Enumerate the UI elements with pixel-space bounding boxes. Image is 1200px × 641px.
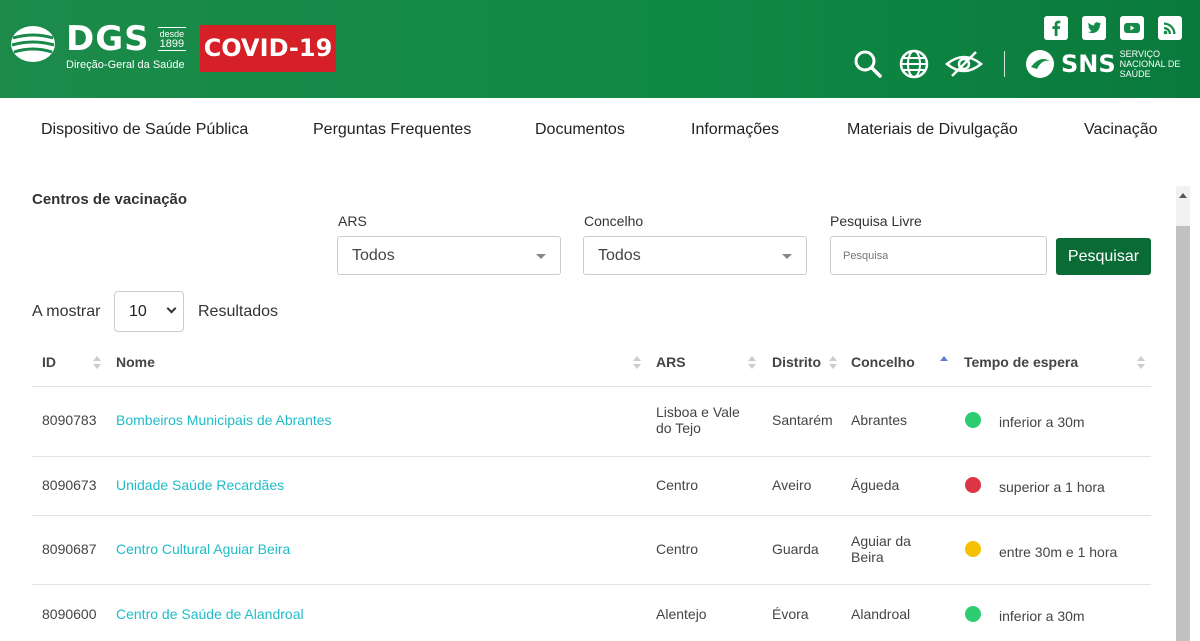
row-divider bbox=[32, 515, 1151, 516]
length-suffix: Resultados bbox=[198, 303, 279, 320]
youtube-icon[interactable] bbox=[1120, 16, 1144, 40]
column-header-concelho[interactable]: Concelho bbox=[851, 354, 915, 370]
dgs-globe-icon bbox=[11, 26, 55, 62]
chevron-down-icon bbox=[782, 254, 792, 259]
search-button[interactable]: Pesquisar bbox=[1056, 238, 1151, 275]
sns-logo-icon bbox=[1026, 50, 1054, 78]
concelho-filter-label: Concelho bbox=[584, 213, 644, 229]
cell-tempo: superior a 1 hora bbox=[999, 479, 1105, 495]
globe-icon[interactable] bbox=[898, 48, 930, 80]
main-nav: Dispositivo de Saúde Pública Perguntas F… bbox=[0, 98, 1200, 160]
cell-tempo: inferior a 30m bbox=[999, 414, 1085, 430]
cell-ars: Centro bbox=[656, 541, 699, 557]
covid-19-button[interactable]: COVID-19 bbox=[200, 25, 336, 72]
logo-name: DGS bbox=[66, 19, 150, 59]
ars-select-value: Todos bbox=[352, 247, 395, 264]
scroll-up-arrow-icon[interactable] bbox=[1179, 193, 1187, 198]
scrollbar-thumb[interactable] bbox=[1176, 226, 1190, 641]
logo-subtitle: Direção-Geral da Saúde bbox=[66, 59, 185, 71]
page-title: Centros de vacinação bbox=[32, 191, 188, 208]
cell-concelho: Aguiar da Beira bbox=[851, 533, 911, 565]
twitter-icon[interactable] bbox=[1082, 16, 1106, 40]
cell-tempo: inferior a 30m bbox=[999, 608, 1085, 624]
site-header: DGS desde 1899 Direção-Geral da Saúde CO… bbox=[0, 0, 1200, 98]
facebook-icon[interactable] bbox=[1044, 16, 1068, 40]
concelho-select[interactable]: Todos bbox=[583, 236, 807, 275]
page-length-select[interactable]: 10 bbox=[114, 291, 184, 332]
column-header-tempo[interactable]: Tempo de espera bbox=[964, 354, 1078, 370]
nav-item-informacoes[interactable]: Informações bbox=[691, 121, 779, 139]
sort-icon[interactable] bbox=[748, 356, 756, 370]
row-divider bbox=[32, 456, 1151, 457]
sort-icon[interactable] bbox=[633, 356, 641, 370]
social-links bbox=[1044, 16, 1182, 40]
cell-distrito: Guarda bbox=[772, 541, 819, 557]
cell-tempo: entre 30m e 1 hora bbox=[999, 544, 1118, 560]
cell-nome-link[interactable]: Centro de Saúde de Alandroal bbox=[116, 606, 304, 622]
length-prefix: A mostrar bbox=[32, 303, 101, 320]
cell-ars: Centro bbox=[656, 477, 699, 493]
logo-since: desde 1899 bbox=[157, 27, 187, 51]
nav-item-materiais[interactable]: Materiais de Divulgação bbox=[847, 121, 1018, 139]
cell-id: 8090673 bbox=[42, 477, 97, 493]
ars-filter-label: ARS bbox=[338, 213, 367, 229]
search-filter-label: Pesquisa Livre bbox=[830, 213, 922, 229]
sns-subtitle: SERVIÇO NACIONAL DE SAÚDE bbox=[1119, 49, 1181, 79]
status-dot-icon bbox=[965, 606, 981, 622]
column-header-ars[interactable]: ARS bbox=[656, 354, 686, 370]
sns-name: SNS bbox=[1061, 50, 1116, 78]
cell-nome-link[interactable]: Unidade Saúde Recardães bbox=[116, 477, 284, 493]
sns-logo[interactable]: SNS SERVIÇO NACIONAL DE SAÚDE bbox=[1025, 49, 1200, 79]
sort-icon[interactable] bbox=[1137, 356, 1145, 370]
header-divider bbox=[1004, 51, 1005, 77]
table-header-divider bbox=[32, 386, 1151, 387]
cell-ars: Lisboa e Vale do Tejo bbox=[656, 404, 740, 436]
cell-distrito: Évora bbox=[772, 606, 809, 622]
search-icon[interactable] bbox=[852, 48, 884, 80]
chevron-down-icon bbox=[166, 303, 177, 314]
cell-concelho: Abrantes bbox=[851, 412, 908, 428]
rss-icon[interactable] bbox=[1158, 16, 1182, 40]
cell-distrito: Aveiro bbox=[772, 477, 812, 493]
page-length-value: 10 bbox=[129, 303, 147, 320]
cell-ars: Alentejo bbox=[656, 606, 707, 622]
cell-id: 8090783 bbox=[42, 412, 97, 428]
nav-item-dispositivo[interactable]: Dispositivo de Saúde Pública bbox=[41, 121, 248, 139]
column-header-id[interactable]: ID bbox=[42, 354, 56, 370]
page-scrollbar[interactable] bbox=[1176, 186, 1190, 641]
cell-distrito: Santarém bbox=[772, 412, 833, 428]
cell-id: 8090687 bbox=[42, 541, 97, 557]
cell-concelho: Águeda bbox=[851, 477, 900, 493]
search-input[interactable] bbox=[830, 236, 1047, 275]
concelho-select-value: Todos bbox=[598, 247, 641, 264]
sort-icon[interactable] bbox=[829, 356, 837, 370]
column-header-distrito[interactable]: Distrito bbox=[772, 354, 821, 370]
status-dot-icon bbox=[965, 477, 981, 493]
accessibility-eye-icon[interactable] bbox=[944, 48, 984, 80]
chevron-down-icon bbox=[536, 254, 546, 259]
cell-nome-link[interactable]: Centro Cultural Aguiar Beira bbox=[116, 541, 290, 557]
dgs-logo[interactable]: DGS desde 1899 Direção-Geral da Saúde bbox=[8, 19, 187, 71]
cell-id: 8090600 bbox=[42, 606, 97, 622]
header-tools: SNS SERVIÇO NACIONAL DE SAÚDE bbox=[852, 48, 1200, 80]
nav-item-vacinacao[interactable]: Vacinação bbox=[1084, 121, 1158, 139]
nav-item-perguntas[interactable]: Perguntas Frequentes bbox=[313, 121, 471, 139]
nav-item-documentos[interactable]: Documentos bbox=[535, 121, 625, 139]
sort-icon[interactable] bbox=[93, 356, 101, 370]
sort-asc-icon[interactable] bbox=[940, 356, 948, 370]
status-dot-icon bbox=[965, 541, 981, 557]
ars-select[interactable]: Todos bbox=[337, 236, 561, 275]
column-header-nome[interactable]: Nome bbox=[116, 354, 155, 370]
row-divider bbox=[32, 584, 1151, 585]
cell-concelho: Alandroal bbox=[851, 606, 911, 622]
cell-nome-link[interactable]: Bombeiros Municipais de Abrantes bbox=[116, 412, 332, 428]
since-year: 1899 bbox=[159, 38, 185, 50]
status-dot-icon bbox=[965, 412, 981, 428]
